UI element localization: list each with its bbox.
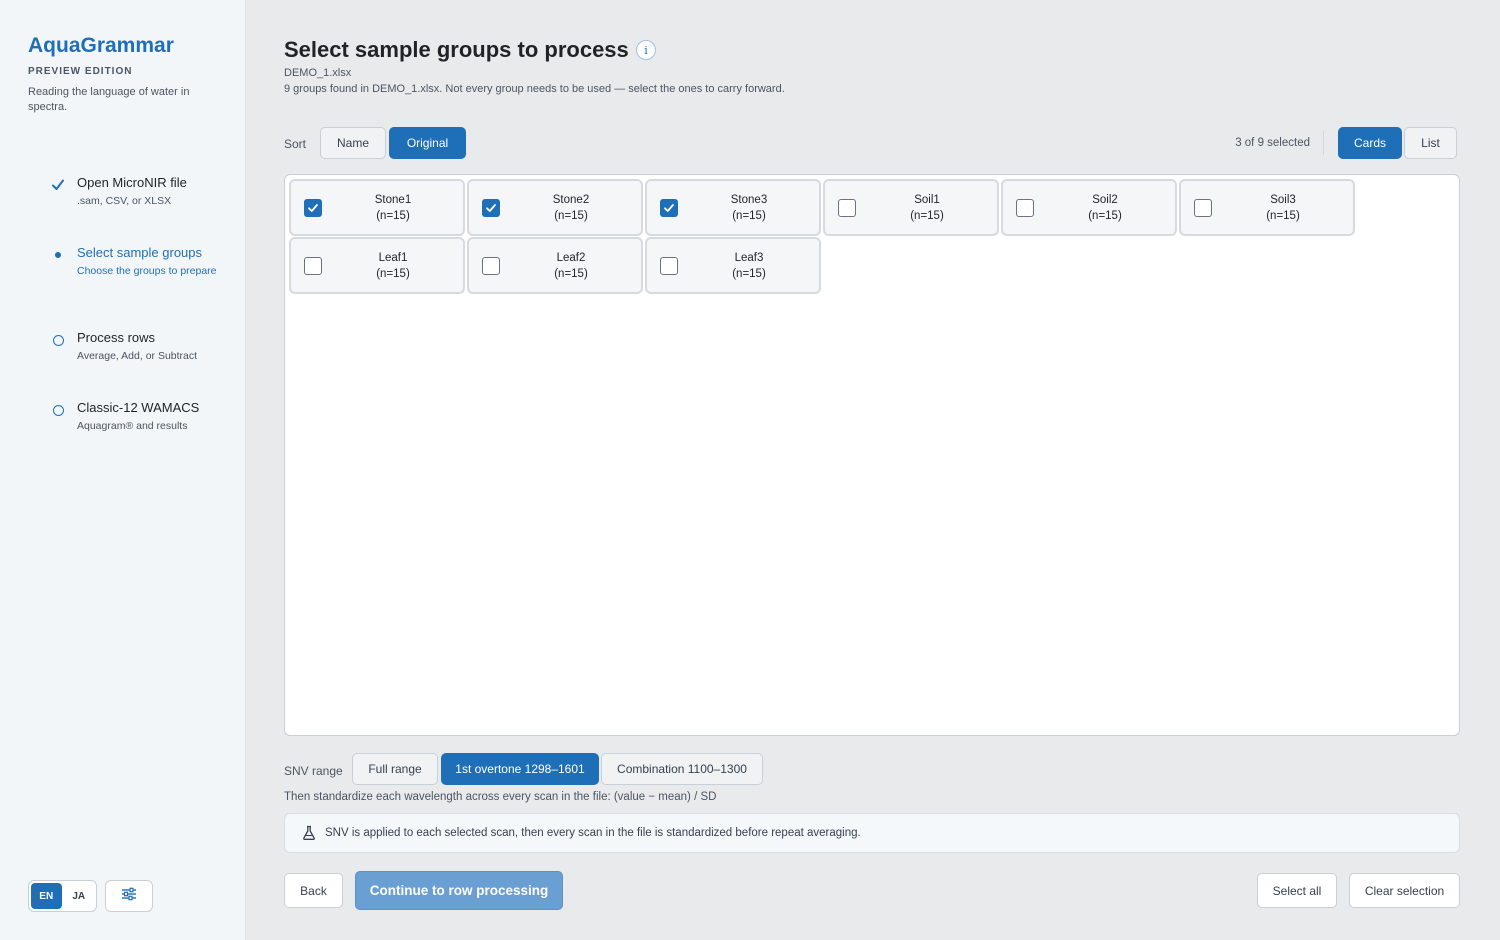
view-list-button[interactable]: List [1404,127,1457,159]
group-checkbox[interactable] [482,257,500,275]
group-card[interactable]: Leaf3 (n=15) [645,237,821,294]
step-subtitle: Choose the groups to prepare [77,265,217,277]
group-checkbox[interactable] [660,199,678,217]
group-count: (n=15) [554,210,588,222]
group-name: Stone1 [374,194,412,206]
step-subtitle: Aquagram® and results [77,420,188,432]
circle-icon [50,402,66,418]
page-description: 9 groups found in DEMO_1.xlsx. Not every… [284,83,785,95]
group-count: (n=15) [554,268,588,280]
group-name: Stone2 [552,194,590,206]
group-card[interactable]: Soil3 (n=15) [1179,179,1355,236]
group-checkbox[interactable] [1194,199,1212,217]
file-name: DEMO_1.xlsx [284,67,352,79]
continue-button[interactable]: Continue to row processing [355,871,563,910]
group-card[interactable]: Leaf1 (n=15) [289,237,465,294]
group-name: Soil2 [1092,194,1118,206]
snv-first-overtone-button[interactable]: 1st overtone 1298–1601 [441,753,599,785]
group-card[interactable]: Stone2 (n=15) [467,179,643,236]
snv-combination-button[interactable]: Combination 1100–1300 [601,753,763,785]
selected-count: 3 of 9 selected [1235,137,1310,149]
step-title: Process rows [77,330,156,345]
group-checkbox[interactable] [838,199,856,217]
group-count: (n=15) [732,210,766,222]
step-subtitle: .sam, CSV, or XLSX [77,195,172,207]
flask-icon [301,825,317,841]
check-icon [486,204,496,212]
group-card[interactable]: Stone1 (n=15) [289,179,465,236]
step-title: Classic-12 WAMACS [77,400,200,415]
view-cards-button[interactable]: Cards [1338,127,1402,159]
group-card[interactable]: Leaf2 (n=15) [467,237,643,294]
group-count: (n=15) [910,210,944,222]
check-icon [308,204,318,212]
group-name: Soil1 [914,194,940,206]
group-checkbox[interactable] [482,199,500,217]
group-name: Stone3 [730,194,768,206]
sliders-icon [121,887,137,906]
snv-range-label: SNV range [284,764,343,778]
check-icon [664,204,674,212]
group-checkbox[interactable] [304,199,322,217]
group-count: (n=15) [376,268,410,280]
select-all-button[interactable]: Select all [1257,873,1337,908]
check-icon [50,177,66,193]
standardize-note: Then standardize each wavelength across … [284,791,717,803]
group-name: Leaf3 [734,252,764,264]
info-icon[interactable]: i [636,40,656,60]
group-count: (n=15) [1088,210,1122,222]
group-name: Leaf2 [556,252,586,264]
group-checkbox[interactable] [660,257,678,275]
group-checkbox[interactable] [1016,199,1034,217]
group-card[interactable]: Soil1 (n=15) [823,179,999,236]
app-edition: PREVIEW EDITION [28,66,133,77]
lang-en-button[interactable]: EN [31,883,62,909]
group-card[interactable]: Soil2 (n=15) [1001,179,1177,236]
language-toggle: EN JA [28,880,97,912]
group-card[interactable]: Stone3 (n=15) [645,179,821,236]
snv-notice-text: SNV is applied to each selected scan, th… [325,827,861,839]
back-button[interactable]: Back [284,873,343,908]
sidebar: AquaGrammar PREVIEW EDITION Reading the … [0,0,246,940]
step-subtitle: Average, Add, or Subtract [77,350,198,362]
clear-selection-button[interactable]: Clear selection [1349,873,1460,908]
snv-full-range-button[interactable]: Full range [352,753,438,785]
page-title: Select sample groups to process [284,37,629,62]
circle-icon [50,332,66,348]
lang-ja-button[interactable]: JA [64,883,95,909]
step-title: Select sample groups [77,245,203,260]
group-count: (n=15) [1266,210,1300,222]
step-title: Open MicroNIR file [77,175,187,190]
divider [1323,131,1324,155]
app-name: AquaGrammar [28,34,174,57]
snv-notice: SNV is applied to each selected scan, th… [284,813,1460,853]
group-checkbox[interactable] [304,257,322,275]
group-name: Soil3 [1270,194,1296,206]
sort-label: Sort [284,137,307,151]
group-count: (n=15) [732,268,766,280]
group-name: Leaf1 [378,252,408,264]
settings-button[interactable] [105,880,153,912]
group-count: (n=15) [376,210,410,222]
dot-icon [50,247,66,263]
sort-name-button[interactable]: Name [320,127,386,159]
app-tagline: Reading the language of water in spectra… [28,86,190,113]
sort-original-button[interactable]: Original [389,127,466,159]
